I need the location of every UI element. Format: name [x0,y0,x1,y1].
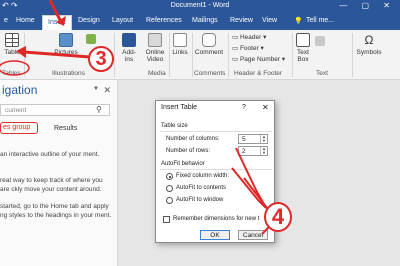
spin-arrows-icon[interactable]: ▲ ▼ [260,147,267,155]
nav-pane-title: igation [2,83,38,97]
video-icon [148,33,162,47]
group-divider [114,33,115,77]
dialog-title: Insert Table [161,104,198,111]
remember-label: Remember dimensions for new t [173,216,260,222]
textbox-icon [296,33,310,47]
tab-results[interactable]: Results [54,125,77,132]
section-divider [160,169,272,170]
search-icon[interactable]: ⚲ [96,105,102,114]
autofit-contents-radio[interactable] [166,185,173,192]
autofit-window-label: AutoFit to window [176,197,224,203]
window-controls[interactable]: — ▢ ✕ [339,1,396,10]
addins-button[interactable]: Add-ins [118,33,140,63]
text-tools-icon [315,36,325,46]
addins-icon [122,33,136,47]
quick-parts-icon[interactable] [312,36,328,48]
table-icon [5,33,19,47]
text-group-label: Text [316,70,328,77]
chevron-down-icon[interactable]: ▼ [93,86,99,92]
shapes-icon [86,34,96,44]
group-divider [192,33,193,77]
fixed-width-label: Fixed column width: [176,173,230,179]
tab-view[interactable]: View [262,17,277,24]
text-box-button[interactable]: Text Box [294,33,312,63]
insert-table-dialog: Insert Table ? ✕ Table size Number of co… [155,100,275,243]
navigation-pane: igation ✕ ▼ cument ⚲ es group Results an… [0,80,118,266]
symbols-button[interactable]: Ω Symbols [354,33,384,56]
autofit-behavior-label: AutoFit behavior [161,161,205,167]
group-divider [169,33,170,77]
media-group-label: Media [148,70,166,77]
tab-references[interactable]: References [146,17,182,24]
remember-checkbox[interactable] [163,216,170,223]
smartart-icon[interactable] [84,34,98,46]
tell-me-search[interactable]: Tell me... [306,17,334,24]
table-size-label: Table size [161,123,188,129]
autofit-window-radio[interactable] [166,197,173,204]
title-bar: ↶ ↷ Document1 - Word — ▢ ✕ [0,0,400,14]
pictures-button[interactable]: Pictures [48,33,84,56]
lightbulb-icon: 💡 [294,18,303,25]
link-icon [173,33,187,47]
nav-help-text-1: an interactive outline of your ment. [0,151,100,158]
fixed-width-radio[interactable] [166,173,173,180]
group-divider [228,33,229,77]
comments-group-label: Comments [194,70,226,77]
group-divider [24,33,25,77]
nav-search-input[interactable]: cument [0,104,110,116]
online-video-button[interactable]: Online Video [142,33,168,63]
nav-help-text-2: reat way to keep track of where you are … [0,177,103,193]
links-button[interactable]: Links [171,33,189,56]
tab-insert[interactable]: Insert [42,15,72,30]
table-button[interactable]: Table [2,33,22,56]
cancel-button[interactable]: Cancel [238,230,268,240]
step-3-badge: 3 [88,46,114,72]
ribbon: Table Tables Pictures Illustrations Add-… [0,30,400,80]
header-footer-group-label: Header & Footer [234,70,283,77]
tab-design[interactable]: Design [78,17,100,24]
tables-group-label: Tables [2,70,21,77]
tab-home[interactable]: Home [16,17,35,24]
ok-button[interactable]: OK [200,230,230,240]
dialog-close-button[interactable]: ✕ [262,103,269,112]
tab-file[interactable]: e [4,17,8,24]
ribbon-tabs: e Home Insert Design Layout References M… [0,14,400,30]
section-divider [160,131,272,132]
group-divider [352,33,353,77]
omega-icon: Ω [364,33,374,47]
num-columns-label: Number of columns: [166,136,220,142]
autofit-contents-label: AutoFit to contents [176,185,227,191]
num-columns-stepper[interactable]: 5 ▲ ▼ [238,134,268,144]
picture-icon [59,33,73,47]
step-4-badge: 4 [264,202,292,232]
tab-mailings[interactable]: Mailings [192,17,218,24]
header-button[interactable]: ▭ Header ▾ [232,33,266,41]
close-icon[interactable]: ✕ [103,85,111,96]
footer-button[interactable]: ▭ Footer ▾ [232,44,264,52]
tab-review[interactable]: Review [230,17,253,24]
comment-button[interactable]: Comment [194,33,224,56]
nav-help-text-3: started, go to the Home tab and apply ng… [0,203,112,219]
tab-layout[interactable]: Layout [112,17,133,24]
tab-headings[interactable]: es group [0,122,38,134]
page-number-button[interactable]: ▭ Page Number ▾ [232,55,285,63]
num-rows-stepper[interactable]: 2 ▲ ▼ [238,146,268,156]
spin-arrows-icon[interactable]: ▲ ▼ [260,135,267,143]
group-divider [292,33,293,77]
help-button[interactable]: ? [242,104,246,111]
num-rows-label: Number of rows: [166,148,211,154]
illustrations-group-label: Illustrations [52,70,85,77]
comment-icon [202,33,216,47]
